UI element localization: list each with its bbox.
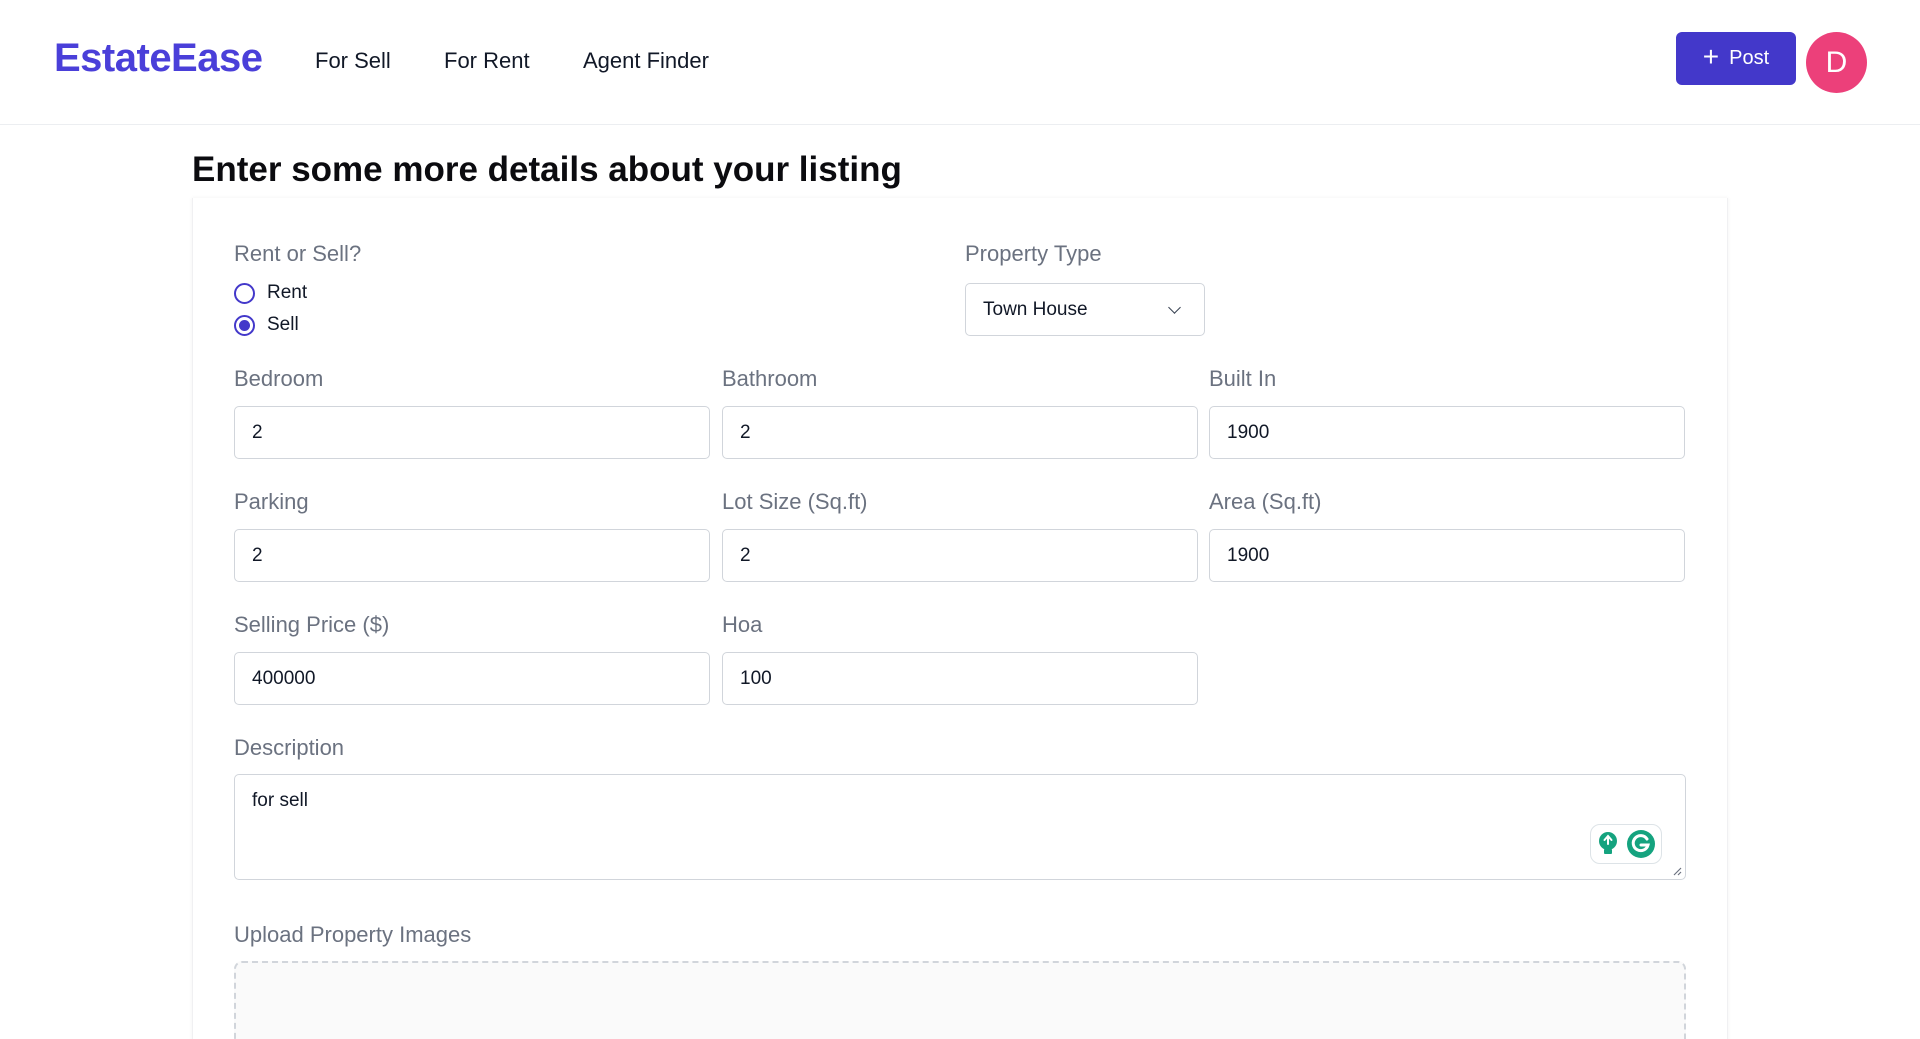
nav-for-rent[interactable]: For Rent xyxy=(444,48,530,74)
description-textarea[interactable]: for sell xyxy=(234,774,1686,880)
nav-for-sell[interactable]: For Sell xyxy=(315,48,391,74)
hoa-label: Hoa xyxy=(722,612,763,637)
post-button[interactable]: + Post xyxy=(1676,32,1796,85)
built-in-input[interactable]: 1900 xyxy=(1209,406,1685,459)
nav-agent-finder[interactable]: Agent Finder xyxy=(583,48,709,74)
lightbulb-icon[interactable] xyxy=(1596,831,1620,857)
selling-price-input[interactable]: 400000 xyxy=(234,652,710,705)
parking-input[interactable]: 2 xyxy=(234,529,710,582)
area-label: Area (Sq.ft) xyxy=(1209,489,1322,514)
grammarly-widget[interactable] xyxy=(1590,824,1662,864)
description-label: Description xyxy=(234,735,345,760)
bedroom-input[interactable]: 2 xyxy=(234,406,710,459)
radio-rent[interactable]: Rent xyxy=(234,282,307,304)
radio-rent-circle[interactable] xyxy=(234,282,255,304)
page-title: Enter some more details about your listi… xyxy=(192,150,902,189)
radio-sell-label: Sell xyxy=(267,314,299,335)
radio-sell-circle[interactable] xyxy=(234,314,255,336)
property-type-label: Property Type xyxy=(965,241,1102,266)
property-type-value: Town House xyxy=(983,298,1088,320)
grammarly-icon[interactable] xyxy=(1626,829,1656,859)
selling-price-label: Selling Price ($) xyxy=(234,612,390,637)
lot-size-label: Lot Size (Sq.ft) xyxy=(722,489,868,514)
logo[interactable]: EstateEase xyxy=(54,36,263,81)
hoa-input[interactable]: 100 xyxy=(722,652,1198,705)
lot-size-input[interactable]: 2 xyxy=(722,529,1198,582)
bedroom-label: Bedroom xyxy=(234,366,324,391)
top-navbar: EstateEase For Sell For Rent Agent Finde… xyxy=(0,0,1920,125)
chevron-down-icon xyxy=(1168,300,1181,314)
listing-form-card xyxy=(192,198,1728,1039)
rent-or-sell-label: Rent or Sell? xyxy=(234,241,362,266)
radio-sell[interactable]: Sell xyxy=(234,314,299,336)
post-button-label: Post xyxy=(1729,47,1770,69)
parking-label: Parking xyxy=(234,489,309,514)
area-input[interactable]: 1900 xyxy=(1209,529,1685,582)
bathroom-input[interactable]: 2 xyxy=(722,406,1198,459)
resize-handle-icon[interactable] xyxy=(1672,866,1682,876)
built-in-label: Built In xyxy=(1209,366,1277,391)
radio-rent-label: Rent xyxy=(267,282,308,303)
plus-icon: + xyxy=(1702,41,1720,72)
property-type-select[interactable]: Town House xyxy=(965,283,1205,336)
bathroom-label: Bathroom xyxy=(722,366,818,391)
avatar[interactable]: D xyxy=(1806,32,1867,93)
upload-images-label: Upload Property Images xyxy=(234,922,472,947)
image-upload-dropzone[interactable] xyxy=(234,961,1686,1039)
